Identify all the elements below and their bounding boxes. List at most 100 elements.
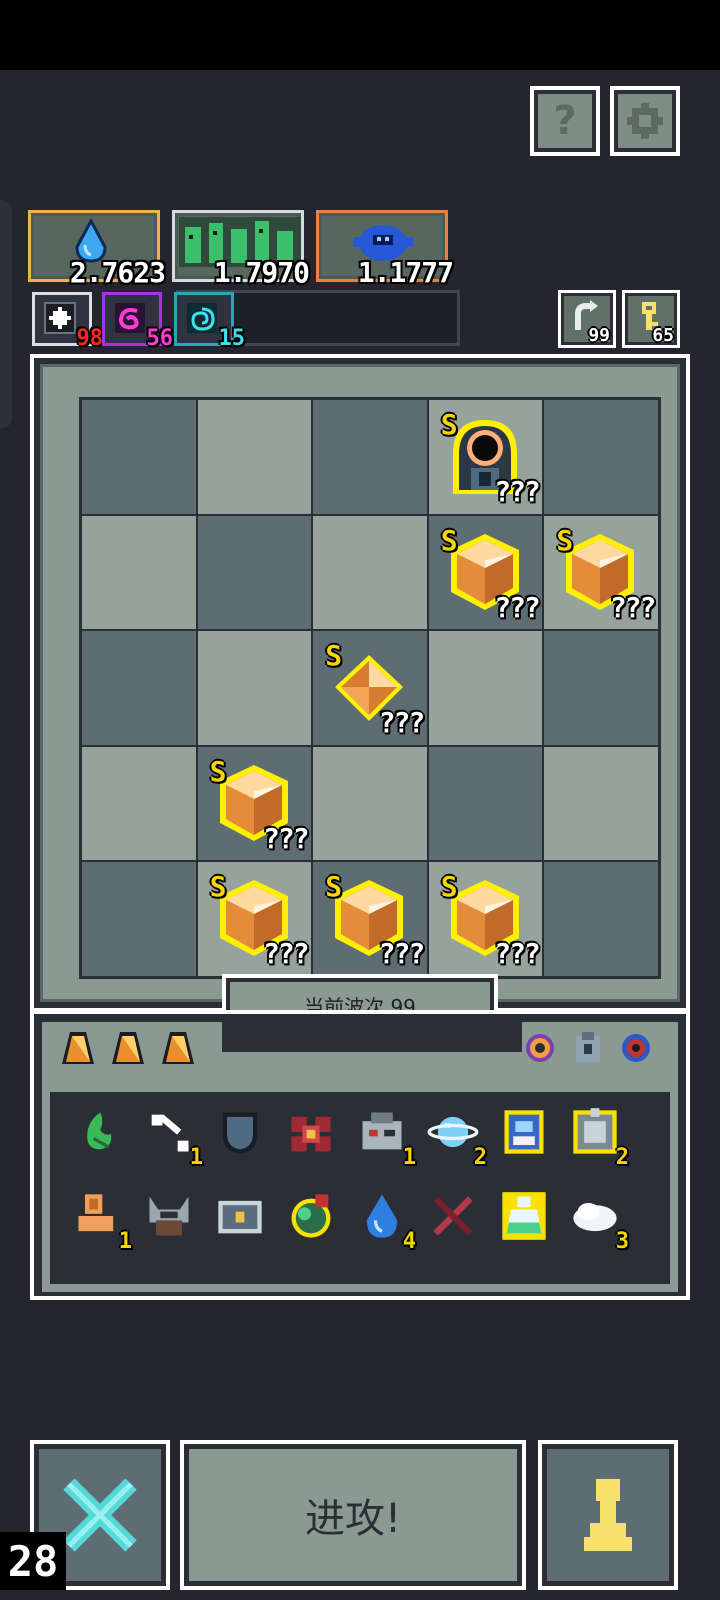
dna-helix-icon: [427, 1190, 479, 1246]
rank-badge: S: [556, 523, 574, 557]
green-leaf-icon: [72, 1106, 124, 1162]
edge-drawer-handle[interactable]: [0, 200, 12, 428]
board-cell[interactable]: S???: [428, 400, 543, 514]
key-count: 65: [652, 325, 674, 346]
white-cloud-icon: [569, 1190, 621, 1246]
board-cell[interactable]: [197, 400, 312, 514]
blue-planet-item[interactable]: 2: [425, 1106, 487, 1170]
green-leaf-item[interactable]: [70, 1106, 126, 1162]
unknown-stat-label: ???: [378, 706, 426, 740]
rank-badge: S: [440, 870, 458, 904]
status-bar: [0, 0, 720, 70]
horned-helmet-item[interactable]: [141, 1190, 197, 1246]
amber-cube-unit[interactable]: S???: [210, 755, 310, 855]
board-cell[interactable]: S???: [313, 631, 427, 745]
board-cell[interactable]: [544, 400, 658, 514]
board-cell[interactable]: [197, 631, 312, 745]
spiked-block-icon: [569, 1106, 621, 1162]
board-cell[interactable]: [428, 631, 543, 745]
item-count: 2: [473, 1145, 487, 1170]
key-button[interactable]: 65: [622, 290, 680, 348]
treasure-chest-item[interactable]: [212, 1190, 268, 1246]
board-cell[interactable]: S???: [428, 515, 543, 630]
board-cell[interactable]: [428, 746, 543, 861]
board-cell[interactable]: S???: [544, 515, 658, 630]
bone-item[interactable]: 1: [141, 1106, 203, 1170]
red-orb-slot[interactable]: [614, 1028, 658, 1072]
robot-chest-item[interactable]: 1: [354, 1106, 416, 1170]
shield-item[interactable]: [212, 1106, 268, 1162]
board-cell[interactable]: S???: [313, 862, 427, 976]
battle-board: S??? S??? S??? S??? S??? S??? S??? S???: [30, 354, 690, 1012]
undo-count: 99: [588, 325, 610, 346]
board-cell[interactable]: [544, 862, 658, 976]
board-cell[interactable]: [82, 746, 196, 861]
board-cell[interactable]: [313, 515, 427, 630]
amber-shard-slot[interactable]: [56, 1028, 100, 1072]
board-cell[interactable]: [82, 400, 196, 514]
resource-goblins[interactable]: 1.7970: [172, 210, 310, 289]
steel-armor-slot[interactable]: [566, 1028, 610, 1072]
buff-swirl[interactable]: 56: [102, 292, 173, 351]
dna-helix-item[interactable]: [425, 1190, 481, 1246]
rank-badge: S: [325, 870, 343, 904]
board-cell[interactable]: S???: [197, 862, 312, 976]
unknown-stat-label: ???: [378, 937, 426, 971]
pawn-button[interactable]: [538, 1440, 678, 1590]
board-cell[interactable]: S???: [197, 746, 312, 861]
amber-shard-slot[interactable]: [106, 1028, 150, 1072]
unknown-stat-label: ???: [494, 590, 541, 624]
amber-diamond-unit[interactable]: S???: [325, 639, 425, 739]
blue-robot-icon: [498, 1106, 550, 1162]
resource-water[interactable]: 2.7623: [28, 210, 166, 289]
spiked-block-item[interactable]: 2: [567, 1106, 629, 1170]
question-icon: ?: [553, 98, 577, 144]
red-orb-icon: [618, 1030, 654, 1070]
amber-cube-unit[interactable]: S???: [210, 870, 310, 970]
settings-button[interactable]: [610, 86, 680, 156]
amber-cube-unit[interactable]: S???: [325, 870, 425, 970]
amber-cube-unit[interactable]: S???: [441, 524, 541, 624]
amber-cube-unit[interactable]: S???: [556, 524, 656, 624]
orange-scroll-item[interactable]: 1: [70, 1190, 132, 1254]
water-drop-item[interactable]: 4: [354, 1190, 416, 1254]
amber-shard-icon: [60, 1030, 96, 1070]
red-flower-icon: [285, 1106, 337, 1162]
amber-cube-unit[interactable]: S???: [441, 870, 541, 970]
help-button[interactable]: ?: [530, 86, 600, 156]
white-cloud-item[interactable]: 3: [567, 1190, 629, 1254]
dark-mage-unit[interactable]: S???: [441, 408, 541, 508]
board-cell[interactable]: [313, 400, 427, 514]
board-cell[interactable]: [82, 515, 196, 630]
rank-badge: S: [440, 523, 458, 557]
red-flower-item[interactable]: [283, 1106, 339, 1162]
board-cell[interactable]: [197, 515, 312, 630]
board-cell[interactable]: [313, 746, 427, 861]
turn-counter: 28: [0, 1532, 66, 1590]
rank-badge: S: [209, 754, 227, 788]
board-cell[interactable]: S???: [428, 862, 543, 976]
item-count: 1: [189, 1145, 203, 1170]
close-icon: [63, 1478, 137, 1552]
board-grid: S??? S??? S??? S??? S??? S??? S??? S???: [79, 397, 661, 979]
orange-ring-slot[interactable]: [518, 1028, 562, 1072]
resource-value: 2.7623: [69, 256, 166, 289]
board-cell[interactable]: [544, 631, 658, 745]
item-count: 3: [615, 1229, 629, 1254]
buff-star[interactable]: 98: [32, 292, 103, 351]
board-cell[interactable]: [544, 746, 658, 861]
board-cell[interactable]: [82, 631, 196, 745]
amber-shard-slot[interactable]: [156, 1028, 200, 1072]
resource-beast[interactable]: 1.1777: [316, 210, 454, 289]
blue-robot-item[interactable]: [496, 1106, 552, 1162]
inventory-panel: 1 1 2 2 1 4 3: [30, 1010, 690, 1300]
undo-button[interactable]: 99: [558, 290, 616, 348]
board-cell[interactable]: [82, 862, 196, 976]
gear-icon: [627, 103, 663, 139]
green-potion-orb-item[interactable]: [283, 1190, 339, 1246]
purple-swirl-icon: [115, 303, 145, 333]
treasure-chest-icon: [214, 1190, 266, 1246]
attack-button[interactable]: 进攻!: [180, 1440, 526, 1590]
buff-spiral[interactable]: 15: [174, 292, 245, 351]
green-flask-item[interactable]: [496, 1190, 552, 1246]
